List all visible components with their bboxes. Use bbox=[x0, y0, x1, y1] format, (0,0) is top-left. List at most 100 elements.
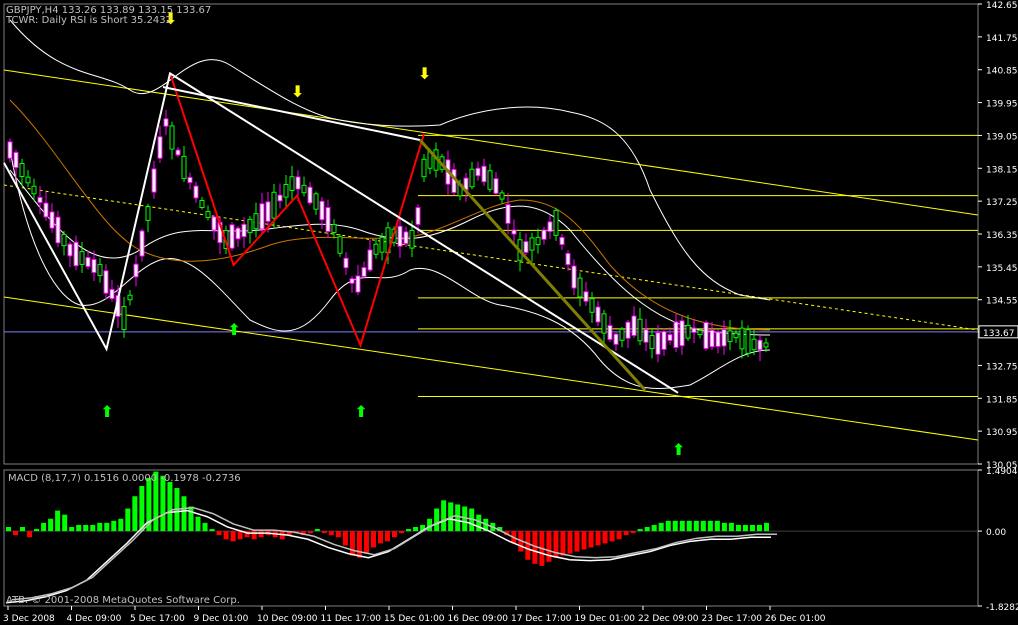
macd-bar-up bbox=[749, 524, 755, 532]
candle-body bbox=[259, 203, 265, 230]
macd-bar-down bbox=[223, 531, 229, 540]
candle-body bbox=[757, 339, 763, 351]
macd-bar-down bbox=[230, 531, 236, 542]
macd-bar-down bbox=[251, 531, 257, 540]
bull-candle bbox=[301, 176, 307, 197]
macd-bar-down bbox=[307, 531, 313, 534]
candle-body bbox=[625, 321, 631, 339]
bull-candle bbox=[97, 258, 103, 283]
chart-window[interactable]: 142.65 141.75 140.85 139.95 139.05 138.15 137.… bbox=[0, 0, 1018, 625]
bull-candle bbox=[649, 329, 655, 359]
candle-body bbox=[589, 298, 595, 313]
bear-candle bbox=[187, 172, 193, 190]
macd-bar-up bbox=[111, 520, 117, 532]
time-tick-label: 22 Dec 09:00 bbox=[638, 614, 699, 624]
price-tick-label: 132.75 bbox=[986, 362, 1018, 372]
macd-bar-down bbox=[384, 531, 391, 542]
macd-bar-up bbox=[167, 481, 173, 532]
candle-body bbox=[373, 243, 379, 255]
candle-body bbox=[199, 199, 205, 209]
candle-body bbox=[289, 176, 295, 191]
bear-candle bbox=[673, 313, 679, 352]
candle-body bbox=[523, 241, 529, 253]
upper-band-line bbox=[9, 19, 771, 301]
bear-candle bbox=[67, 241, 73, 268]
candle-body bbox=[397, 225, 403, 247]
bear-candle bbox=[73, 235, 79, 271]
candle-body bbox=[85, 257, 91, 267]
candle-body bbox=[709, 329, 715, 348]
candle-body bbox=[229, 224, 235, 249]
candle-body bbox=[577, 277, 583, 298]
macd-tick-label: -1.8282 bbox=[986, 603, 1018, 613]
macd-bar-up bbox=[76, 524, 82, 532]
bull-candle bbox=[577, 272, 583, 307]
macd-bar-down bbox=[349, 531, 355, 556]
up-arrow-green: ⬆ bbox=[355, 402, 368, 421]
candle-body bbox=[547, 221, 553, 232]
bull-candle bbox=[169, 121, 175, 160]
macd-bar-up bbox=[55, 510, 61, 532]
candle-body bbox=[211, 216, 217, 231]
macd-bar-up bbox=[707, 520, 713, 532]
bull-candle bbox=[145, 203, 151, 233]
bear-candle bbox=[607, 315, 613, 343]
bull-candle bbox=[337, 233, 343, 257]
bear-candle bbox=[85, 251, 91, 270]
time-tick-label: 3 Dec 2008 bbox=[3, 614, 55, 624]
candle-body bbox=[541, 229, 547, 240]
bear-candle bbox=[625, 320, 631, 349]
bear-candle bbox=[721, 320, 727, 355]
indicator-legend: TCWR: Daily RSI is Short 35.2432 bbox=[6, 15, 173, 26]
macd-bar-down bbox=[588, 531, 594, 548]
bull-candle bbox=[205, 205, 211, 221]
candle-body bbox=[181, 155, 187, 180]
time-tick-label: 23 Dec 17:00 bbox=[702, 614, 763, 624]
current-price-label: 133.67 bbox=[983, 329, 1015, 339]
macd-bar-down bbox=[13, 531, 19, 536]
down-arrow-yellow: ⬇ bbox=[418, 64, 431, 83]
candle-body bbox=[415, 207, 421, 225]
bear-candle bbox=[481, 158, 487, 186]
price-tick-label: 138.15 bbox=[986, 165, 1018, 175]
candle-body bbox=[139, 230, 145, 257]
chart-canvas[interactable]: 142.65 141.75 140.85 139.95 139.05 138.15 137.… bbox=[0, 0, 1018, 625]
candle-body bbox=[697, 329, 703, 336]
bear-candle bbox=[463, 172, 469, 202]
candle-body bbox=[553, 210, 559, 236]
candle-body bbox=[403, 231, 409, 245]
candle-body bbox=[133, 263, 139, 278]
candle-body bbox=[691, 327, 697, 333]
candle-body bbox=[631, 315, 637, 336]
candle-body bbox=[763, 342, 769, 348]
candle-body bbox=[247, 218, 253, 234]
candle-body bbox=[733, 332, 739, 339]
candle-body bbox=[673, 321, 679, 349]
bull-candle bbox=[685, 314, 691, 342]
candle-body bbox=[739, 327, 745, 350]
macd-bar-down bbox=[356, 531, 362, 558]
bear-candle bbox=[55, 210, 61, 248]
macd-bar-up bbox=[90, 524, 96, 532]
candle-body bbox=[25, 176, 31, 184]
candle-body bbox=[235, 227, 241, 240]
candle-body bbox=[331, 224, 337, 233]
bear-candle bbox=[349, 276, 355, 293]
macd-tick-label: 1.4904 bbox=[986, 467, 1018, 477]
macd-bar-up bbox=[195, 516, 201, 532]
candle-body bbox=[559, 236, 565, 246]
bear-candle bbox=[157, 125, 163, 163]
candle-body bbox=[283, 183, 289, 198]
macd-bar-up bbox=[125, 508, 131, 532]
bear-candle bbox=[523, 233, 529, 256]
macd-bar-up bbox=[427, 518, 433, 532]
candle-body bbox=[193, 185, 199, 199]
candle-body bbox=[13, 151, 19, 169]
macd-bar-up bbox=[132, 496, 138, 532]
candle-body bbox=[43, 202, 49, 218]
macd-bar-down bbox=[560, 531, 566, 556]
bull-candle bbox=[589, 292, 595, 323]
candle-body bbox=[175, 149, 181, 156]
candle-body bbox=[343, 257, 349, 269]
bear-candle bbox=[505, 193, 511, 235]
